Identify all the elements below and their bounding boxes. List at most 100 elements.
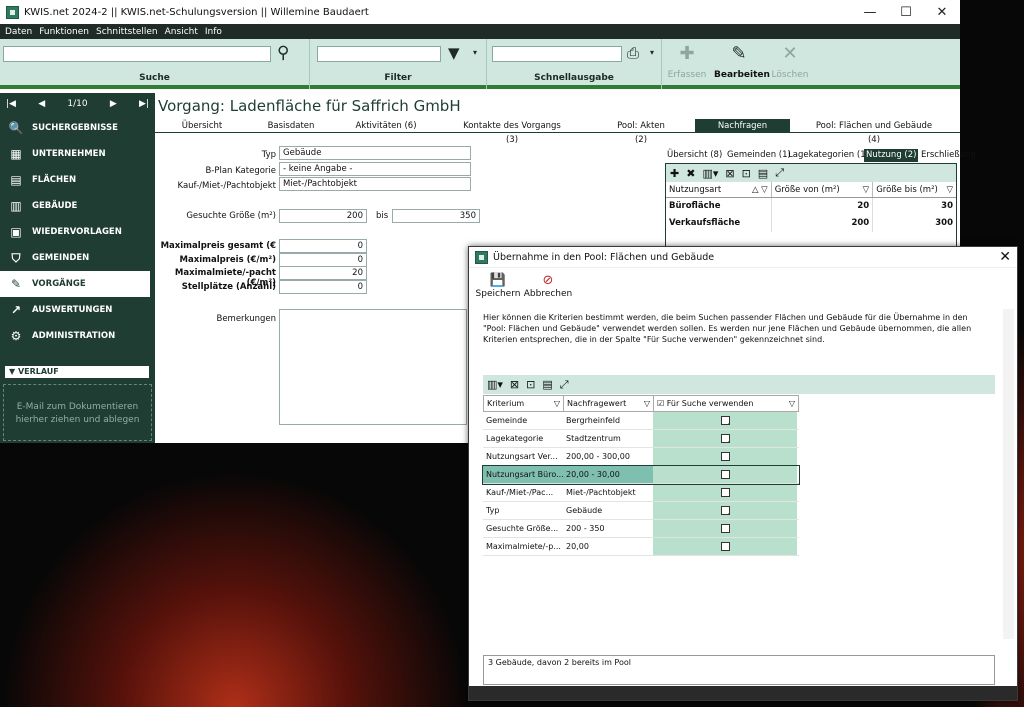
minimize-button[interactable]: —: [853, 0, 887, 24]
col-kriterium[interactable]: Kriterium ▽: [484, 396, 564, 411]
clear-filter-icon[interactable]: ⊠: [510, 378, 519, 391]
clear-filter-icon[interactable]: ⊠: [725, 167, 734, 180]
dialog-scrollbar[interactable]: [1003, 309, 1014, 639]
layout-icon[interactable]: ▤: [542, 378, 552, 391]
last-page-icon[interactable]: ▶|: [139, 99, 149, 109]
menu-funktionen[interactable]: Funktionen: [39, 27, 89, 37]
use-checkbox[interactable]: ✔: [720, 506, 730, 515]
typ-field[interactable]: Gebäude: [279, 146, 471, 160]
bearbeiten-label: Bearbeiten: [714, 70, 770, 80]
col-groesse-bis[interactable]: Größe bis (m²) ▽: [873, 182, 956, 197]
speichern-button[interactable]: 💾 Speichern: [473, 273, 523, 299]
next-page-icon[interactable]: ▶: [110, 99, 117, 109]
bplan-field[interactable]: - keine Angabe -: [279, 162, 471, 176]
use-checkbox[interactable]: [720, 542, 730, 551]
export-dropdown-icon[interactable]: ▾: [650, 48, 654, 57]
tab-kontakte[interactable]: Kontakte des Vorgangs (3): [460, 119, 564, 145]
layout-icon[interactable]: ▤: [758, 167, 768, 180]
menu-schnittstellen[interactable]: Schnittstellen: [96, 27, 158, 37]
sidebar-item-vorgaenge[interactable]: ✎ VORGÄNGE: [0, 271, 150, 297]
sidebar-item-administration[interactable]: ⚙ ADMINISTRATION: [0, 323, 155, 349]
filter-input[interactable]: [317, 46, 441, 62]
export-icon[interactable]: ⊡: [526, 378, 535, 391]
bearbeiten-button[interactable]: ✎ Bearbeiten: [714, 39, 770, 89]
dialog-close-icon[interactable]: ✕: [999, 249, 1011, 265]
col-nutzungsart[interactable]: Nutzungsart △ ▽: [666, 182, 772, 197]
filter-dropdown-icon[interactable]: ▾: [473, 48, 477, 57]
table-row[interactable]: Lagekategorie Stadtzentrum ✔: [483, 430, 799, 448]
use-checkbox[interactable]: [720, 470, 730, 479]
table-row[interactable]: Bürofläche 20 30: [666, 198, 956, 215]
menu-daten[interactable]: Daten: [5, 27, 32, 37]
sidebar-item-flaechen[interactable]: ▤ FLÄCHEN: [0, 167, 155, 193]
col-nachfragewert[interactable]: Nachfragewert ▽: [564, 396, 654, 411]
tab-pool-akten[interactable]: Pool: Akten (2): [610, 119, 672, 145]
tab-uebersicht[interactable]: Übersicht: [177, 119, 227, 133]
subtab-erschliessung[interactable]: Erschließung (0): [919, 149, 978, 173]
table-row[interactable]: Nutzungsart Büro... 20,00 - 30,00: [482, 465, 800, 485]
sidebar-item-gebaeude[interactable]: ▥ GEBÄUDE: [0, 193, 155, 219]
printer-icon[interactable]: ⎙: [627, 44, 639, 62]
criteria-grid: Kriterium ▽ Nachfragewert ▽ ☑ Für Suche ve…: [482, 395, 800, 556]
table-row[interactable]: Typ Gebäude ✔: [483, 502, 799, 520]
use-cell: ✔: [653, 502, 797, 519]
erfassen-button[interactable]: ✚ Erfassen: [665, 39, 709, 89]
subtab-gemeinden[interactable]: Gemeinden (1): [725, 149, 793, 162]
use-checkbox[interactable]: ✔: [720, 416, 730, 425]
maximize-button[interactable]: ☐: [889, 0, 923, 24]
sidebar-item-unternehmen[interactable]: ▦ UNTERNEHMEN: [0, 141, 155, 167]
table-row[interactable]: Verkaufsfläche 200 300: [666, 215, 956, 232]
subtab-lagekategorien[interactable]: Lagekategorien (1): [786, 149, 871, 162]
col-fuer-suche[interactable]: ☑ Für Suche verwenden ▽: [654, 396, 798, 411]
tab-pool-flaechen[interactable]: Pool: Flächen und Gebäude (4): [810, 119, 938, 145]
sidebar-item-suchergebnisse[interactable]: 🔍 SUCHERGEBNISSE: [0, 115, 155, 141]
col-groesse-von[interactable]: Größe von (m²) ▽: [772, 182, 874, 197]
table-row[interactable]: Gemeinde Bergrheinfeld ✔: [483, 412, 799, 430]
expand-icon[interactable]: ⤢: [775, 166, 784, 180]
menu-ansicht[interactable]: Ansicht: [165, 27, 198, 37]
groesse-von-field[interactable]: 200: [279, 209, 367, 223]
use-checkbox[interactable]: ✔: [720, 434, 730, 443]
columns-icon[interactable]: ▥▾: [487, 378, 503, 391]
columns-icon[interactable]: ▥▾: [702, 167, 718, 180]
close-button[interactable]: ✕: [925, 0, 959, 24]
kauf-field[interactable]: Miet-/Pachtobjekt: [279, 177, 471, 191]
add-icon[interactable]: ✚: [670, 167, 679, 180]
sidebar-item-auswertungen[interactable]: ↗ AUSWERTUNGEN: [0, 297, 155, 323]
subtab-nutzung[interactable]: Nutzung (2): [864, 149, 919, 162]
abbrechen-button[interactable]: ⊘ Abbrechen: [523, 273, 573, 299]
expand-icon[interactable]: ⤢: [560, 378, 569, 392]
sidebar-item-gemeinden[interactable]: ⛉ GEMEINDEN: [0, 245, 155, 271]
search-input[interactable]: [3, 46, 271, 62]
tab-basisdaten[interactable]: Basisdaten: [263, 119, 319, 133]
table-row[interactable]: Nutzungsart Ver... 200,00 - 300,00: [483, 448, 799, 466]
tab-aktivitaeten[interactable]: Aktivitäten (6): [355, 119, 417, 133]
menu-info[interactable]: Info: [205, 27, 222, 37]
mm-field[interactable]: 20: [279, 266, 367, 280]
search-icon[interactable]: ⚲: [277, 43, 289, 63]
table-row[interactable]: Maximalmiete/-p... 20,00: [483, 538, 799, 556]
sidebar-item-wiedervorlagen[interactable]: ▣ WIEDERVORLAGEN: [0, 219, 155, 245]
export-input[interactable]: [492, 46, 622, 62]
filter-icon[interactable]: ▼: [448, 44, 460, 62]
table-row[interactable]: Kauf-/Miet-/Pac... Miet-/Pachtobjekt: [483, 484, 799, 502]
subtab-uebersicht[interactable]: Übersicht (8): [665, 149, 724, 162]
export-icon[interactable]: ⊡: [742, 167, 751, 180]
email-drop-zone[interactable]: E-Mail zum Dokumentieren hierher ziehen …: [3, 384, 152, 441]
criterion-cell: Nutzungsart Büro...: [483, 466, 563, 483]
use-checkbox[interactable]: [720, 488, 730, 497]
stell-field[interactable]: 0: [279, 280, 367, 294]
mp-gesamt-field[interactable]: 0: [279, 239, 367, 253]
loeschen-button[interactable]: ✕ Löschen: [768, 39, 812, 89]
groesse-bis-field[interactable]: 350: [392, 209, 480, 223]
first-page-icon[interactable]: |◀: [6, 99, 16, 109]
use-checkbox[interactable]: [720, 524, 730, 533]
mp-field[interactable]: 0: [279, 253, 367, 267]
use-checkbox[interactable]: [720, 452, 730, 461]
prev-page-icon[interactable]: ◀: [38, 99, 45, 109]
delete-icon[interactable]: ✖: [686, 167, 695, 180]
table-row[interactable]: Gesuchte Größe... 200 - 350: [483, 520, 799, 538]
tab-nachfragen[interactable]: Nachfragen: [695, 119, 790, 133]
verlauf-header[interactable]: ▼ VERLAUF: [5, 366, 149, 378]
bemerkungen-field[interactable]: [279, 309, 467, 425]
